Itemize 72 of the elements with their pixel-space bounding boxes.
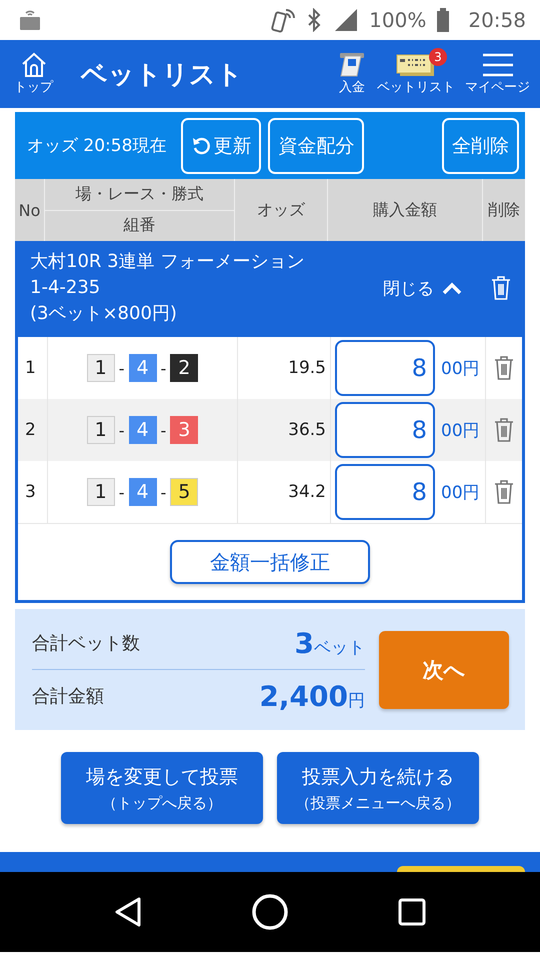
trash-icon[interactable] (493, 479, 515, 506)
separator: - (160, 482, 166, 502)
allocate-button[interactable]: 資金配分 (268, 118, 364, 174)
boat-number: 3 (170, 416, 198, 444)
clock: 20:58 (468, 8, 526, 32)
amount-unit: 00円 (441, 420, 480, 442)
delete-all-button[interactable]: 全削除 (442, 118, 519, 174)
column-header: 場・レース・勝式 (45, 179, 234, 210)
page-title: ベットリスト (81, 58, 244, 92)
nav-button[interactable]: 投票入力を続ける （投票メニューへ戻る） (277, 752, 479, 824)
header-action[interactable]: マイページ (463, 52, 532, 96)
bet-unit: ベット (314, 636, 365, 659)
nfc-phone-icon (271, 6, 298, 34)
menu-icon (480, 52, 514, 78)
separator: - (160, 358, 166, 378)
header-action[interactable]: 入金 (335, 52, 369, 96)
bet-group-summary: (3ベット×800円) (30, 302, 178, 326)
separator: - (118, 420, 124, 440)
row-number: 3 (18, 461, 48, 524)
column-header: 組番 (45, 210, 234, 241)
home-circle-icon[interactable] (250, 893, 289, 932)
total-amount: 2,400 (259, 680, 348, 713)
column-header: オッズ (235, 179, 328, 241)
separator: - (118, 358, 124, 378)
bet-count-label: 合計ベット数 (32, 632, 140, 656)
back-icon[interactable] (114, 896, 142, 928)
bluetooth-icon (307, 8, 322, 32)
boat-number: 4 (128, 478, 156, 506)
count-badge: 3 (429, 48, 447, 66)
amount-field[interactable]: 8 (335, 340, 435, 396)
ticket-stack-icon (396, 52, 436, 78)
trash-icon[interactable] (493, 355, 515, 382)
amount-field[interactable]: 8 (335, 402, 435, 458)
nav-button[interactable]: 場を変更して投票 （トップへ戻る） (61, 752, 263, 824)
collapse-button[interactable]: 閉じる (377, 276, 468, 301)
separator: - (118, 482, 124, 502)
refresh-button[interactable]: 更新 (181, 118, 262, 174)
bulk-edit-button[interactable]: 金額一括修正 (170, 540, 370, 584)
separator: - (160, 420, 166, 440)
odds-value: 36.5 (238, 399, 331, 462)
boat-number: 5 (170, 478, 198, 506)
recents-icon[interactable] (398, 898, 426, 926)
total-label: 合計金額 (32, 685, 104, 708)
boat-number: 1 (86, 416, 115, 444)
amount-unit: 00円 (441, 358, 480, 380)
cast-icon (18, 8, 42, 32)
trash-icon[interactable] (493, 417, 515, 444)
next-button[interactable]: 次へ (379, 630, 509, 709)
currency-unit: 円 (348, 690, 365, 712)
boat-number: 2 (170, 354, 198, 382)
odds-value: 34.2 (238, 461, 331, 524)
column-header: 購入金額 (328, 179, 483, 241)
odds-timestamp: オッズ 20:58現在 (27, 135, 166, 157)
battery-percent: 100% (369, 8, 426, 32)
column-header: No (15, 179, 45, 241)
bet-group-combo: 1-4-235 (30, 276, 102, 300)
row-number: 2 (18, 399, 48, 462)
battery-icon (436, 8, 450, 32)
boat-number: 4 (128, 354, 156, 382)
boat-number: 1 (86, 354, 115, 382)
boat-number: 1 (86, 478, 115, 506)
refresh-icon (191, 136, 212, 156)
home-button[interactable]: トップ (14, 52, 53, 96)
atm-card-icon (337, 52, 367, 78)
amount-field[interactable]: 8 (335, 464, 435, 520)
column-header: 削除 (483, 179, 525, 241)
bet-group-title: 大村10R 3連単 フォーメーション (30, 250, 306, 274)
bet-count: 3 (294, 626, 314, 660)
boat-number: 4 (128, 416, 156, 444)
chevron-up-icon (442, 281, 462, 296)
home-icon (20, 52, 48, 78)
amount-unit: 00円 (441, 482, 480, 504)
